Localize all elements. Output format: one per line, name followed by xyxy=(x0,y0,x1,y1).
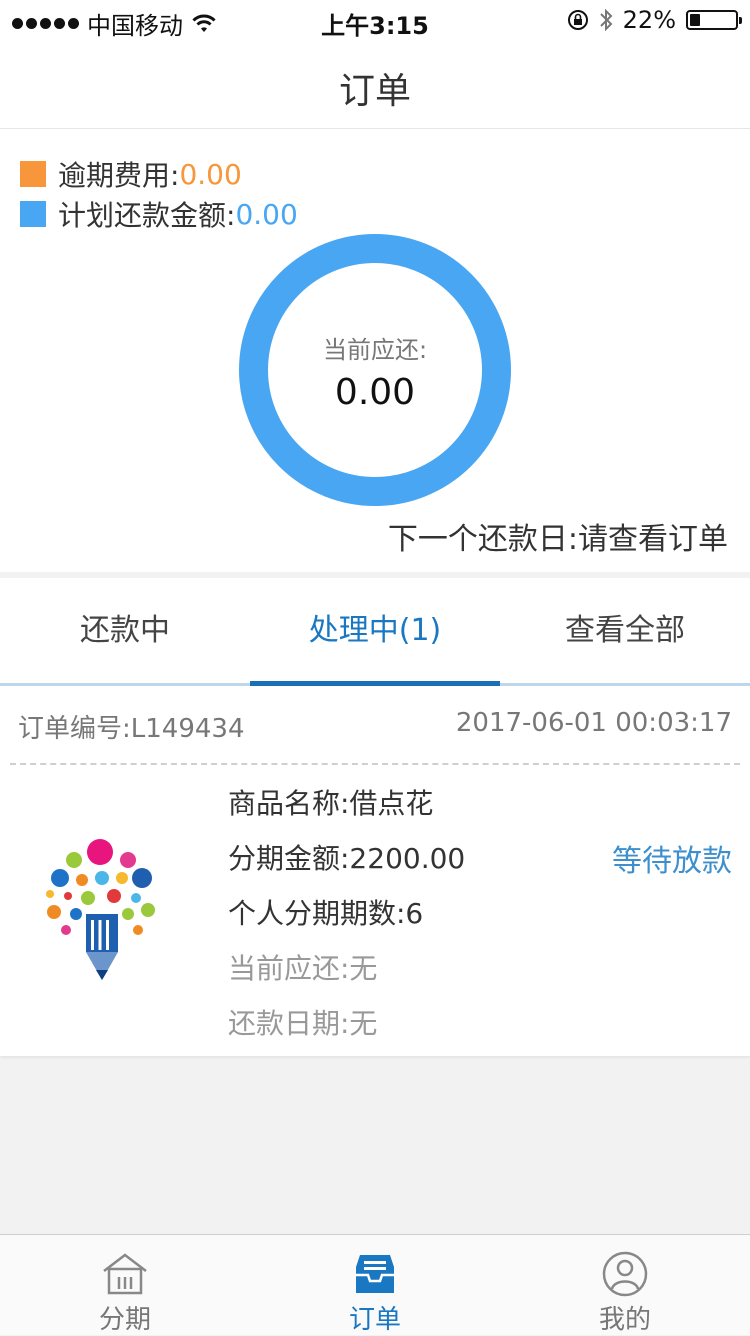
legend-planned-value: 0.00 xyxy=(235,197,298,231)
tabbar-installment-label: 分期 xyxy=(98,1305,151,1335)
product-name: 商品名称:借点花 xyxy=(228,787,434,820)
donut-chart: 当前应还: 0.00 xyxy=(239,234,511,506)
tab-view-all[interactable]: 查看全部 xyxy=(500,578,750,683)
order-time: 2017-06-01 00:03:17 xyxy=(455,708,732,738)
legend-overdue-label: 逾期费用: xyxy=(58,159,180,192)
page-title: 订单 xyxy=(338,71,411,112)
user-icon xyxy=(602,1251,648,1297)
repay-date: 还款日期:无 xyxy=(228,1007,378,1040)
legend-swatch-orange xyxy=(20,161,46,187)
order-info: 商品名称:借点花 分期金额:2200.00 个人分期期数:6 当前应还:无 还款… xyxy=(228,782,465,1057)
legend-overdue-fee: 逾期费用: 0.00 xyxy=(20,154,242,194)
tabbar-mine[interactable]: 我的 xyxy=(500,1235,750,1335)
tab-repaying[interactable]: 还款中 xyxy=(0,578,250,683)
legend-planned-label: 计划还款金额: xyxy=(58,199,236,232)
order-tabs: 还款中 处理中(1) 查看全部 xyxy=(0,578,750,686)
battery-percent: 22% xyxy=(622,6,676,34)
dashed-divider xyxy=(10,763,740,765)
status-right: 22% xyxy=(567,6,742,34)
donut-ring xyxy=(239,234,511,506)
next-repay-date: 下一个还款日:请查看订单 xyxy=(387,522,728,557)
tabbar-orders-label: 订单 xyxy=(348,1305,401,1335)
bottom-tab-bar: 分期 订单 我的 xyxy=(0,1234,750,1335)
tab-processing-label: 处理中(1) xyxy=(308,613,442,648)
bluetooth-icon xyxy=(599,8,613,32)
summary-panel: 逾期费用: 0.00 计划还款金额: 0.00 当前应还: 0.00 下一个还款… xyxy=(0,129,750,572)
order-status: 等待放款 xyxy=(612,844,732,879)
status-bar: 中国移动 上午3:15 22% xyxy=(0,0,750,40)
legend-overdue-value: 0.00 xyxy=(179,157,242,191)
home-icon xyxy=(103,1253,147,1295)
product-logo xyxy=(46,839,155,980)
order-header: 订单编号:L149434 2017-06-01 00:03:17 xyxy=(0,686,750,764)
installment-amount: 分期金额:2200.00 xyxy=(228,842,466,875)
legend-swatch-blue xyxy=(20,201,46,227)
order-number: 订单编号:L149434 xyxy=(18,714,245,744)
current-due: 当前应还:无 xyxy=(228,952,378,985)
tabbar-orders[interactable]: 订单 xyxy=(250,1235,500,1335)
legend-planned-repay: 计划还款金额: 0.00 xyxy=(20,194,298,234)
rotation-lock-icon xyxy=(567,10,588,30)
order-card[interactable]: 订单编号:L149434 2017-06-01 00:03:17 商品名称:借点… xyxy=(0,686,750,1056)
installment-periods: 个人分期期数:6 xyxy=(228,897,424,930)
battery-icon xyxy=(686,10,742,30)
nav-bar: 订单 xyxy=(0,40,750,129)
tabbar-installment[interactable]: 分期 xyxy=(0,1235,250,1335)
tab-processing[interactable]: 处理中(1) xyxy=(250,578,500,686)
inbox-icon xyxy=(356,1255,394,1293)
donut-label: 当前应还: xyxy=(322,336,428,364)
donut-value: 0.00 xyxy=(334,372,416,413)
tabbar-mine-label: 我的 xyxy=(598,1305,651,1335)
